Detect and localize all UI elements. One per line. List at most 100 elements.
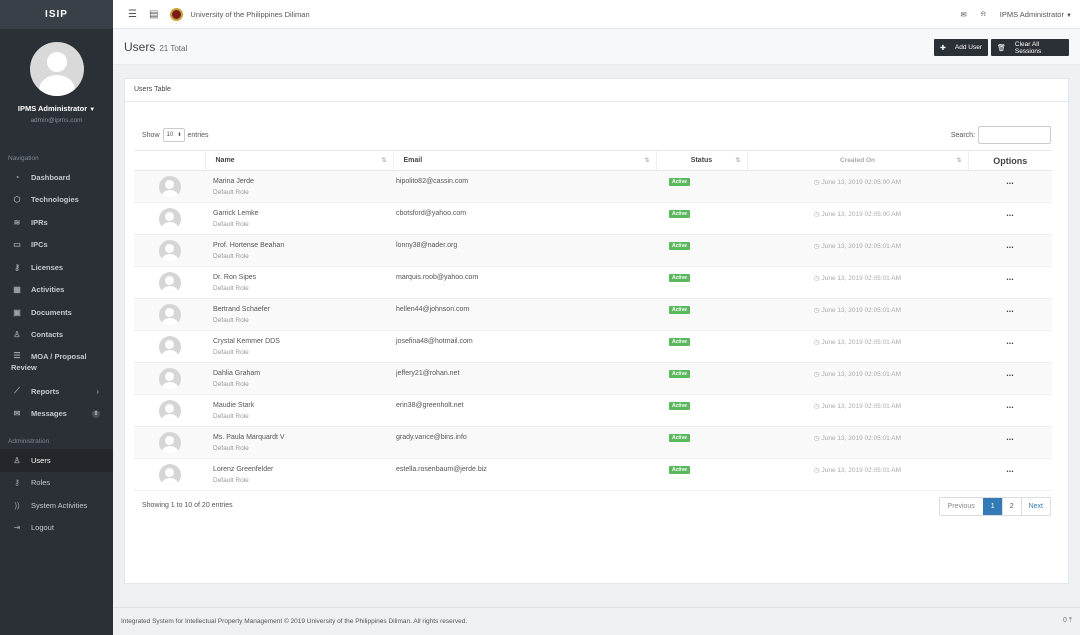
email-cell: hellen44@johnson.com <box>393 298 656 331</box>
university-seal-logo <box>170 7 184 21</box>
more-options-icon[interactable]: ... <box>1006 464 1014 474</box>
sidebar-item-dashboard[interactable]: ◔ Dashboard <box>0 166 113 189</box>
show-label: Show <box>142 131 160 139</box>
sidebar-item-ipcs[interactable]: ▭ IPCs <box>0 234 113 257</box>
next-button[interactable]: Next <box>1020 498 1050 515</box>
avatar <box>158 240 181 262</box>
profile-block: IPMS Administrator ▼ admin@ipms.com <box>0 29 113 139</box>
more-options-icon[interactable]: ... <box>1006 208 1014 218</box>
status-badge: Active <box>669 434 691 442</box>
column-label: Email <box>403 157 423 164</box>
gauge-icon: ◔ <box>14 172 20 182</box>
created-on-text: June 13, 2019 02:05:01 AM <box>821 275 901 282</box>
sidebar-item-label-line2: Review <box>11 363 37 372</box>
status-cell: Active <box>656 458 747 491</box>
footer-text: Integrated System for Intellectual Prope… <box>121 618 468 625</box>
created-on-cell: ◷ June 13, 2019 02:05:01 AM <box>747 330 968 363</box>
more-options-icon[interactable]: ... <box>1006 304 1014 314</box>
sidebar-item-iprs[interactable]: ≋ IPRs <box>0 211 113 234</box>
status-badge: Active <box>669 242 691 250</box>
sidebar-item-contacts[interactable]: ♙ Contacts <box>0 324 113 347</box>
email-column-header[interactable]: Email ⇅ <box>392 150 656 171</box>
sidebar-item-label: IPRs <box>31 217 48 227</box>
created-on-column-header[interactable]: Created On ⇅ <box>746 150 968 171</box>
sidebar-item-messages[interactable]: ✉ Messages 0 <box>0 403 113 426</box>
mail-icon[interactable]: ✉ <box>961 10 967 19</box>
more-options-icon[interactable]: ... <box>1006 368 1014 378</box>
created-on-cell: ◷ June 13, 2019 02:05:01 AM <box>747 266 968 299</box>
sort-icon: ⇅ <box>956 158 962 164</box>
sidebar-item-label: Reports <box>31 386 60 396</box>
table-header-row: Name ⇅ Email ⇅ Status ⇅ Created On ⇅ Options <box>134 150 1052 171</box>
entries-length-select[interactable]: 10 ⬍ <box>162 128 185 142</box>
more-options-icon[interactable]: ... <box>1006 240 1014 250</box>
previous-button[interactable]: Previous <box>940 498 983 515</box>
sidebar-item-system-activities[interactable]: )) System Activities <box>0 494 113 517</box>
name-column-header[interactable]: Name ⇅ <box>204 150 393 171</box>
user-role: Default Role <box>213 413 249 420</box>
pagination: Previous 1 2 Next <box>938 497 1051 516</box>
clock-icon: ◷ <box>814 371 820 378</box>
email-cell: josefina48@hotmail.com <box>393 330 656 363</box>
more-options-icon[interactable]: ... <box>1006 432 1014 442</box>
search-label: Search: <box>950 131 975 139</box>
clear-sessions-label: Clear All Sessions <box>1014 40 1042 55</box>
sidebar-item-technologies[interactable]: ⬡ Technologies <box>0 189 113 212</box>
bell-icon[interactable]: ⍾ <box>981 9 986 19</box>
select-arrows-icon: ⬍ <box>177 132 182 138</box>
topbar-title[interactable]: University of the Philippines Diliman <box>190 10 309 19</box>
table-row: Dahlia Graham Default Role jeffery21@rohan… <box>134 362 1052 395</box>
cube-icon: ⬡ <box>13 195 21 205</box>
name-cell: Maudie Stark Default Role <box>205 394 393 427</box>
menu-toggle-icon[interactable]: ☰ <box>128 9 137 20</box>
status-cell: Active <box>656 170 747 203</box>
sidebar-item-label: Logout <box>31 523 54 533</box>
table-row: Dr. Ron Sipes Default Role marquis.roob@ya… <box>134 266 1052 299</box>
sidebar-item-reports[interactable]: ⟋ Reports › <box>0 380 113 403</box>
arrow-up-icon[interactable]: ⤒ <box>1069 617 1072 624</box>
sidebar-item-label: Dashboard <box>31 172 71 182</box>
sidebar-item-label: Contacts <box>31 330 64 340</box>
created-on-text: June 13, 2019 02:05:01 AM <box>821 403 901 410</box>
page-2-button[interactable]: 2 <box>1001 498 1021 515</box>
created-on-text: June 13, 2019 02:05:01 AM <box>821 435 901 442</box>
calendar-icon[interactable]: ▤ <box>149 9 158 20</box>
brand-logo[interactable]: ISIP <box>0 0 113 29</box>
sidebar-item-licenses[interactable]: ⚷ Licenses <box>0 256 113 279</box>
avatar <box>29 42 84 96</box>
clear-all-sessions-button[interactable]: 🗑 Clear All Sessions <box>991 39 1069 56</box>
avatar <box>158 176 181 198</box>
profile-email: admin@ipms.com <box>30 117 83 124</box>
sidebar-item-users[interactable]: ♙ Users <box>0 449 113 472</box>
layers-icon: ≋ <box>13 217 21 227</box>
sidebar-item-roles[interactable]: ⚷ Roles <box>0 472 113 495</box>
options-cell: ... <box>968 202 1052 235</box>
profile-name-dropdown[interactable]: IPMS Administrator ▼ <box>0 104 113 113</box>
more-options-icon[interactable]: ... <box>1006 336 1014 346</box>
footer-right: 0 ⤒ <box>1063 617 1072 625</box>
status-badge: Active <box>669 338 691 346</box>
name-cell: Ms. Paula Marquardt V Default Role <box>205 426 393 459</box>
more-options-icon[interactable]: ... <box>1006 400 1014 410</box>
more-options-icon[interactable]: ... <box>1006 176 1014 186</box>
user-role: Default Role <box>213 189 249 196</box>
created-on-cell: ◷ June 13, 2019 02:05:01 AM <box>747 458 968 491</box>
user-name: Marina Jerde <box>213 178 254 185</box>
sidebar-item-activities[interactable]: ▦ Activities <box>0 279 113 302</box>
status-column-header[interactable]: Status ⇅ <box>655 150 747 171</box>
sidebar-item-logout[interactable]: ⇥ Logout <box>0 517 113 540</box>
search-input[interactable] <box>978 126 1051 144</box>
calendar-icon: ▦ <box>13 285 21 295</box>
sidebar-item-moa-proposal-review[interactable]: ☰ MOA / Proposal Review <box>0 346 113 380</box>
user-name: Crystal Kemmer DDS <box>213 338 280 345</box>
more-options-icon[interactable]: ... <box>1006 272 1014 282</box>
status-cell: Active <box>656 362 747 395</box>
page-1-button[interactable]: 1 <box>982 498 1002 515</box>
created-on-text: June 13, 2019 02:05:00 AM <box>821 211 901 218</box>
add-user-button[interactable]: ✚ Add User <box>934 39 988 56</box>
user-menu[interactable]: IPMS Administrator ▼ <box>1000 10 1072 19</box>
topbar: ☰ ▤ University of the Philippines Dilima… <box>113 0 1080 29</box>
status-cell: Active <box>656 394 747 427</box>
sidebar-item-documents[interactable]: ▣ Documents <box>0 301 113 324</box>
options-cell: ... <box>968 266 1052 299</box>
